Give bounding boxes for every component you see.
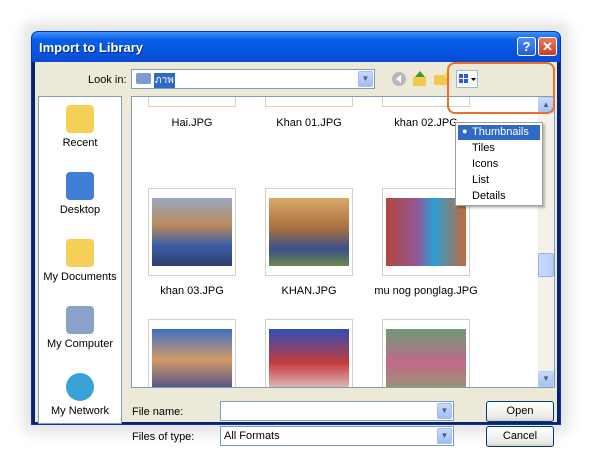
file-thumbnail[interactable] bbox=[265, 188, 353, 276]
file-name-label: KHAN.JPG bbox=[281, 285, 337, 297]
place-desktop[interactable]: Desktop bbox=[39, 172, 121, 216]
help-button[interactable]: ? bbox=[517, 37, 536, 56]
photo-image bbox=[269, 329, 349, 387]
look-in-combo[interactable]: ภาพ ▼ bbox=[131, 69, 375, 89]
chevron-down-icon[interactable]: ▼ bbox=[358, 71, 373, 87]
up-folder-icon[interactable] bbox=[412, 70, 428, 88]
folder-icon bbox=[136, 73, 151, 84]
back-icon[interactable] bbox=[391, 71, 407, 87]
view-menu: ● Thumbnails Tiles Icons List Details bbox=[455, 122, 543, 206]
bullet-icon: ● bbox=[462, 126, 468, 136]
files-of-type-select[interactable]: All Formats ▼ bbox=[220, 426, 454, 446]
desktop-icon bbox=[66, 172, 94, 200]
menu-item-list[interactable]: List bbox=[472, 174, 489, 186]
place-my-network[interactable]: My Network bbox=[39, 373, 121, 417]
menu-item-thumbnails[interactable]: Thumbnails bbox=[472, 126, 529, 138]
photo-image bbox=[269, 198, 349, 266]
places-bar: Recent Desktop My Documents My Computer … bbox=[38, 96, 122, 424]
file-name-label: Khan 01.JPG bbox=[276, 117, 342, 129]
look-in-label: Look in: bbox=[88, 74, 127, 86]
place-label: My Documents bbox=[43, 271, 117, 283]
photo-image bbox=[269, 96, 349, 97]
file-thumbnail[interactable] bbox=[148, 319, 236, 387]
file-name-label: mu nog ponglag.JPG bbox=[374, 285, 478, 297]
menu-item-icons[interactable]: Icons bbox=[472, 158, 498, 170]
file-thumbnail[interactable] bbox=[265, 319, 353, 387]
scroll-down-button[interactable]: ▼ bbox=[538, 371, 554, 387]
my-network-icon bbox=[66, 373, 94, 401]
file-name-label: khan 03.JPG bbox=[160, 285, 224, 297]
photo-image bbox=[386, 329, 466, 387]
dialog-title: Import to Library bbox=[39, 40, 144, 55]
dialog-client-area: Look in: ภาพ ▼ Recent Desktop My Documen… bbox=[35, 62, 557, 447]
my-computer-icon bbox=[66, 306, 94, 334]
close-button[interactable]: ✕ bbox=[538, 37, 557, 56]
import-dialog: Import to Library ? ✕ Look in: ภาพ ▼ Rec… bbox=[31, 31, 561, 447]
file-thumbnail[interactable] bbox=[148, 96, 236, 107]
cancel-button[interactable]: Cancel bbox=[486, 426, 554, 447]
place-label: My Network bbox=[50, 405, 110, 417]
place-my-documents[interactable]: My Documents bbox=[39, 239, 121, 283]
callout-highlight bbox=[447, 62, 555, 114]
file-name-input[interactable]: ▼ bbox=[220, 401, 454, 421]
menu-item-tiles[interactable]: Tiles bbox=[472, 142, 495, 154]
file-name-label: File name: bbox=[132, 406, 184, 418]
file-thumbnail[interactable] bbox=[265, 96, 353, 107]
look-in-value: ภาพ bbox=[154, 73, 175, 88]
file-thumbnail[interactable] bbox=[148, 188, 236, 276]
place-recent[interactable]: Recent bbox=[39, 105, 121, 149]
place-label: My Computer bbox=[46, 338, 114, 350]
chevron-down-icon[interactable]: ▼ bbox=[437, 403, 452, 419]
place-my-computer[interactable]: My Computer bbox=[39, 306, 121, 350]
my-documents-icon bbox=[66, 239, 94, 267]
photo-image bbox=[386, 198, 466, 266]
title-bar[interactable]: Import to Library ? ✕ bbox=[32, 32, 560, 62]
scroll-thumb[interactable] bbox=[538, 253, 554, 277]
photo-image bbox=[152, 96, 232, 97]
files-of-type-value: All Formats bbox=[224, 430, 280, 442]
files-of-type-label: Files of type: bbox=[132, 431, 195, 443]
file-thumbnail[interactable] bbox=[382, 319, 470, 387]
recent-folder-icon bbox=[66, 105, 94, 133]
chevron-down-icon[interactable]: ▼ bbox=[437, 428, 452, 444]
open-button[interactable]: Open bbox=[486, 401, 554, 422]
place-label: Recent bbox=[62, 137, 98, 149]
file-name-label: Hai.JPG bbox=[171, 117, 213, 129]
photo-image bbox=[152, 329, 232, 387]
place-label: Desktop bbox=[59, 204, 101, 216]
photo-image bbox=[152, 198, 232, 266]
menu-item-details[interactable]: Details bbox=[472, 190, 506, 202]
